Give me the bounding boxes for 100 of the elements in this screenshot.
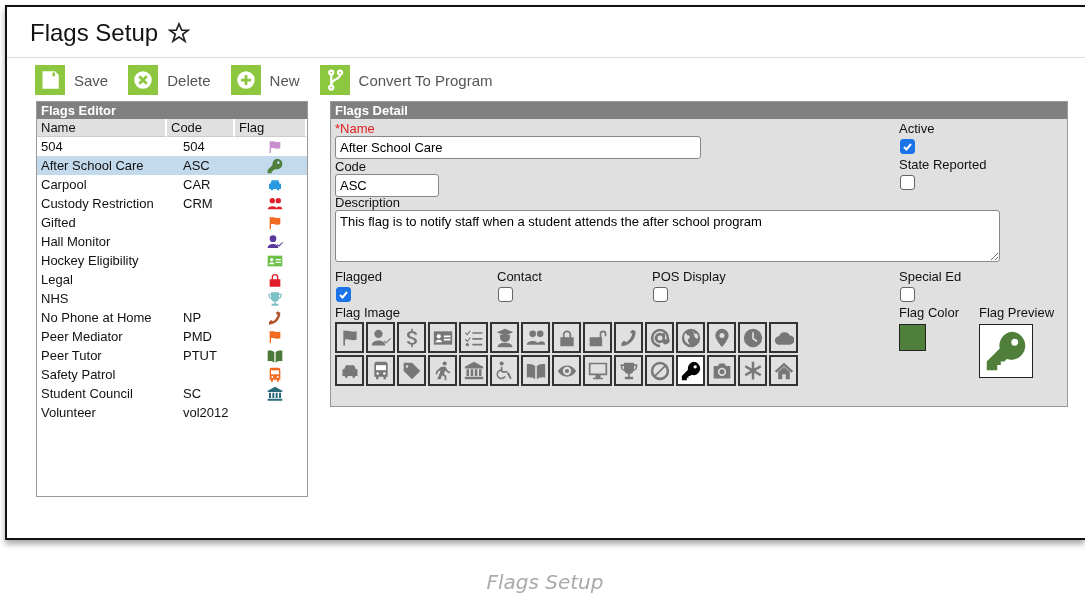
checkbox[interactable] bbox=[336, 287, 351, 302]
image-option[interactable] bbox=[521, 322, 550, 353]
field-label: Description bbox=[335, 195, 402, 210]
toolbar-button[interactable]: Convert To Program bbox=[319, 65, 493, 95]
field-label: Flagged bbox=[335, 269, 383, 284]
tag-icon bbox=[401, 360, 422, 381]
flag-row[interactable]: Carpool CAR bbox=[37, 175, 307, 194]
image-option[interactable] bbox=[521, 355, 550, 386]
image-option[interactable] bbox=[583, 322, 612, 353]
name-cell-text: Student Council bbox=[41, 386, 134, 401]
flag-row[interactable]: Student Council SC bbox=[37, 384, 307, 403]
image-option[interactable] bbox=[645, 355, 674, 386]
color-swatch[interactable] bbox=[899, 324, 926, 351]
image-option[interactable] bbox=[707, 322, 736, 353]
name-cell-text: 504 bbox=[41, 139, 64, 154]
star-icon[interactable] bbox=[168, 22, 191, 44]
checkbox[interactable] bbox=[498, 287, 513, 302]
image-option[interactable] bbox=[552, 322, 581, 353]
flag-row[interactable]: Peer Mediator PMD bbox=[37, 327, 307, 346]
code-cell-text: NP bbox=[183, 310, 203, 325]
image-option[interactable] bbox=[490, 355, 519, 386]
flag-row[interactable]: Volunteer vol2012 bbox=[37, 403, 307, 422]
checkbox[interactable] bbox=[900, 287, 915, 302]
field-label: State Reported bbox=[899, 157, 988, 172]
image-option[interactable] bbox=[335, 355, 364, 386]
image-option[interactable] bbox=[614, 355, 643, 386]
image-option[interactable] bbox=[676, 355, 705, 386]
ban-icon bbox=[649, 360, 670, 381]
image-option[interactable] bbox=[738, 355, 767, 386]
checkbox[interactable] bbox=[900, 175, 915, 190]
trophy-icon bbox=[618, 360, 639, 381]
code-field[interactable]: ASC bbox=[335, 174, 439, 197]
image-option[interactable] bbox=[459, 355, 488, 386]
image-option[interactable] bbox=[645, 322, 674, 353]
page-title: Flags Setup bbox=[30, 19, 159, 47]
key-icon bbox=[984, 330, 1027, 372]
field-label: Contact bbox=[497, 269, 543, 284]
image-option[interactable] bbox=[428, 322, 457, 353]
image-option[interactable] bbox=[490, 322, 519, 353]
flag-row[interactable]: After School Care ASC bbox=[37, 156, 307, 175]
wheelchair-icon bbox=[494, 360, 515, 381]
panel-title: Flags Detail bbox=[331, 102, 1067, 119]
name-cell-text: Peer Tutor bbox=[41, 348, 103, 363]
description-field[interactable]: This flag is to notify staff when a student attends the after school program bbox=[335, 210, 1000, 262]
flag-row[interactable]: 504 504 bbox=[37, 137, 307, 156]
field-label: Code bbox=[335, 159, 368, 174]
field-label: Special Ed bbox=[899, 269, 963, 284]
field-label: Flag Preview bbox=[978, 305, 1055, 320]
caption: Flags Setup bbox=[485, 570, 605, 594]
name-cell-text: Carpool bbox=[41, 177, 88, 192]
flag-row[interactable]: Hall Monitor bbox=[37, 232, 307, 251]
flag-row[interactable]: Gifted bbox=[37, 213, 307, 232]
flag-row[interactable]: Custody Restriction CRM bbox=[37, 194, 307, 213]
name-cell-text: No Phone at Home bbox=[41, 310, 153, 325]
image-option[interactable] bbox=[769, 355, 798, 386]
field-label: *Name bbox=[335, 121, 376, 136]
image-option[interactable] bbox=[335, 322, 364, 353]
image-option[interactable] bbox=[552, 355, 581, 386]
field-label: POS Display bbox=[652, 269, 727, 284]
image-option[interactable] bbox=[366, 322, 395, 353]
image-option[interactable] bbox=[738, 322, 767, 353]
name-cell-text: Safety Patrol bbox=[41, 367, 117, 382]
branch-icon bbox=[319, 65, 350, 95]
image-option[interactable] bbox=[397, 322, 426, 353]
image-option[interactable] bbox=[583, 355, 612, 386]
at-icon bbox=[649, 327, 670, 348]
plus-icon bbox=[230, 65, 261, 95]
code-cell-text: PTUT bbox=[183, 348, 218, 363]
flag-row[interactable]: Legal bbox=[37, 270, 307, 289]
column-header: Code bbox=[167, 119, 235, 137]
flag-row[interactable]: No Phone at Home NP bbox=[37, 308, 307, 327]
toolbar-button[interactable]: New bbox=[230, 65, 300, 95]
checkbox[interactable] bbox=[653, 287, 668, 302]
image-option[interactable] bbox=[707, 355, 736, 386]
toolbar-button[interactable]: Delete bbox=[128, 65, 211, 95]
flag-row[interactable]: Peer Tutor PTUT bbox=[37, 346, 307, 365]
image-option[interactable] bbox=[366, 355, 395, 386]
toolbar-button[interactable]: Save bbox=[35, 65, 109, 95]
image-option[interactable] bbox=[428, 355, 457, 386]
name-field[interactable]: After School Care bbox=[335, 136, 701, 159]
home-icon bbox=[773, 360, 794, 381]
image-option[interactable] bbox=[459, 322, 488, 353]
field-label: Flag Color bbox=[899, 305, 959, 320]
save-icon bbox=[35, 65, 65, 95]
monitor-icon bbox=[587, 360, 608, 381]
image-option[interactable] bbox=[397, 355, 426, 386]
column-header: Flag bbox=[235, 119, 307, 137]
user-check-icon bbox=[370, 327, 391, 348]
image-option[interactable] bbox=[676, 322, 705, 353]
checkbox[interactable] bbox=[900, 139, 915, 154]
name-cell-text: Legal bbox=[41, 272, 74, 287]
code-cell-text: PMD bbox=[183, 329, 213, 344]
clock-icon bbox=[742, 327, 763, 348]
flag-row[interactable]: NHS bbox=[37, 289, 307, 308]
code-cell-text: SC bbox=[183, 386, 203, 401]
panel-title: Flags Editor bbox=[37, 102, 307, 119]
image-option[interactable] bbox=[769, 322, 798, 353]
image-option[interactable] bbox=[614, 322, 643, 353]
flag-row[interactable]: Safety Patrol bbox=[37, 365, 307, 384]
flag-row[interactable]: Hockey Eligibility bbox=[37, 251, 307, 270]
